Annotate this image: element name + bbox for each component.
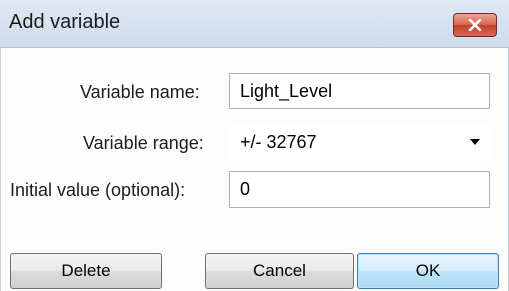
close-x-icon bbox=[468, 19, 482, 31]
delete-button[interactable]: Delete bbox=[10, 253, 162, 289]
cancel-button[interactable]: Cancel bbox=[205, 253, 354, 289]
variable-range-select[interactable]: +/- 32767 bbox=[229, 124, 490, 160]
window-title: Add variable bbox=[9, 11, 121, 33]
initial-value-field[interactable] bbox=[229, 171, 490, 208]
title-bar[interactable]: Add variable bbox=[0, 0, 509, 48]
ok-button[interactable]: OK bbox=[357, 253, 499, 289]
variable-range-label: Variable range: bbox=[83, 133, 204, 153]
dialog-body: Variable name: Variable range: +/- 32767… bbox=[0, 48, 509, 291]
variable-name-field[interactable] bbox=[229, 73, 490, 109]
chevron-down-icon[interactable] bbox=[470, 139, 480, 145]
close-button[interactable] bbox=[453, 13, 497, 37]
initial-value-input[interactable] bbox=[240, 179, 489, 200]
variable-name-input[interactable] bbox=[240, 80, 489, 102]
initial-value-label: Initial value (optional): bbox=[10, 180, 186, 200]
variable-name-label: Variable name: bbox=[80, 82, 200, 102]
variable-range-value: +/- 32767 bbox=[240, 131, 317, 152]
